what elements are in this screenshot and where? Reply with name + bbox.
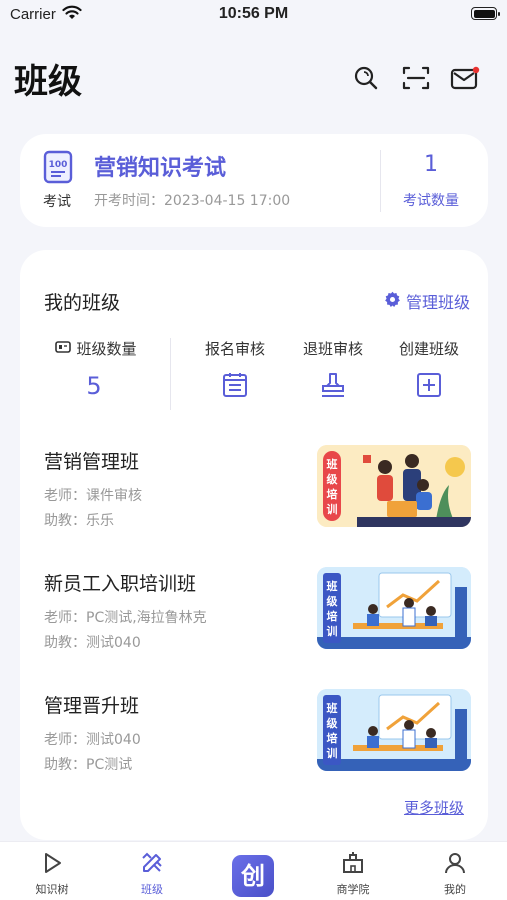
class-count-header: 班级数量 (50, 338, 142, 359)
exam-card[interactable]: 100 考试 营销知识考试 开考时间：2023-04-15 17:00 1 考试… (20, 134, 488, 227)
class-name: 新员工入职培训班 (44, 573, 197, 595)
tab-label: 知识树 (35, 883, 69, 896)
search-icon[interactable] (350, 62, 382, 94)
svg-text:100: 100 (49, 160, 68, 170)
tab-home-logo[interactable]: 创 (213, 842, 293, 900)
status-bar: Carrier 10:56 PM (0, 0, 507, 30)
class-teacher: 老师：测试040 (44, 732, 141, 748)
exam-icon: 100 (38, 150, 78, 188)
tab-label: 班级 (141, 883, 163, 896)
stamp-icon (318, 370, 348, 400)
class-count-value: 5 (86, 372, 102, 400)
class-thumbnail: 班级培训 (317, 567, 471, 649)
app-logo-icon: 创 (232, 855, 274, 897)
scan-icon[interactable] (400, 62, 432, 94)
class-assistant: 助教：测试040 (44, 635, 141, 651)
page-title: 班级 (14, 62, 82, 102)
class-name: 管理晋升班 (44, 695, 140, 717)
class-assistant: 助教：乐乐 (44, 513, 114, 529)
tab-label: 我的 (444, 883, 466, 896)
exam-count: 1 (424, 152, 438, 177)
my-classes-card: 我的班级 管理班级 班级数量 5 报名审核 退班审核 创建班级 营销管理班 老师 (20, 250, 488, 840)
tab-knowledge-tree[interactable]: 知识树 (12, 842, 92, 900)
class-thumbnail: 班级培训 (317, 445, 471, 527)
section-title: 我的班级 (44, 292, 121, 314)
gear-icon (384, 291, 401, 312)
play-icon (40, 851, 64, 875)
tab-profile[interactable]: 我的 (415, 842, 495, 900)
battery-icon (471, 7, 500, 20)
class-teacher: 老师：课件审核 (44, 488, 142, 504)
tab-label: 商学院 (336, 883, 370, 896)
create-class-label: 创建班级 (398, 340, 459, 358)
signup-review-label: 报名审核 (204, 340, 265, 358)
class-assistant: 助教：PC测试 (44, 757, 133, 773)
class-badge: 班级培训 (323, 695, 341, 765)
class-thumbnail: 班级培训 (317, 689, 471, 771)
user-icon (443, 851, 467, 875)
exam-icon-label: 考试 (43, 194, 71, 210)
divider (170, 338, 171, 410)
clock: 10:56 PM (218, 5, 289, 22)
class-name: 营销管理班 (44, 451, 140, 473)
building-icon (341, 851, 365, 875)
more-classes-link[interactable]: 更多班级 (404, 797, 464, 818)
tab-classes[interactable]: 班级 (112, 842, 192, 900)
tab-business-school[interactable]: 商学院 (313, 842, 393, 900)
class-count-label: 班级数量 (76, 340, 137, 358)
exam-count-label: 考试数量 (403, 193, 459, 209)
pencil-ruler-icon (140, 851, 164, 875)
exam-name[interactable]: 营销知识考试 (94, 150, 226, 182)
mail-icon[interactable] (449, 62, 481, 94)
class-badge: 班级培训 (323, 451, 341, 521)
tab-bar: 知识树 班级 创 商学院 我的 (0, 841, 507, 900)
manage-classes-label: 管理班级 (405, 293, 470, 312)
clipboard-icon (220, 370, 250, 400)
plus-square-icon (414, 370, 444, 400)
manage-classes-button[interactable]: 管理班级 (384, 289, 470, 313)
class-teacher: 老师：PC测试,海拉鲁林克 (44, 610, 207, 626)
withdraw-review-label: 退班审核 (302, 340, 363, 358)
id-card-icon (55, 340, 72, 358)
class-badge: 班级培训 (323, 573, 341, 643)
exam-time: 开考时间：2023-04-15 17:00 (94, 193, 291, 209)
